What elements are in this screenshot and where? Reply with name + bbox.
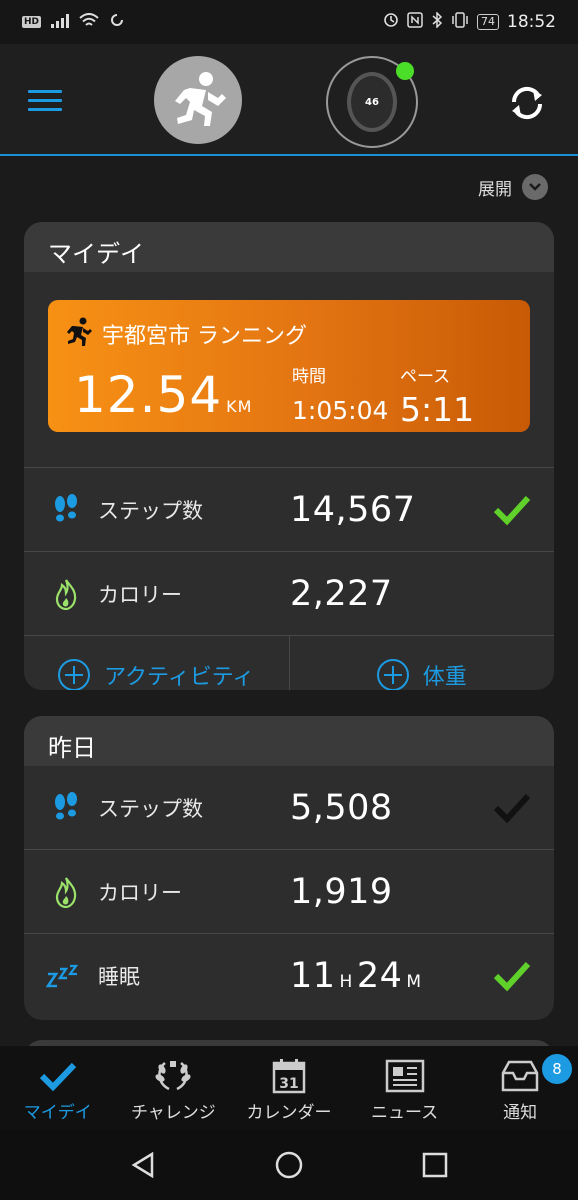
steps-label: ステップ数 bbox=[98, 796, 203, 821]
connected-device[interactable]: 46 bbox=[326, 56, 418, 148]
calendar-icon: 31 bbox=[269, 1058, 309, 1094]
expand-label: 展開 bbox=[478, 179, 512, 200]
plus-circle-icon bbox=[376, 659, 409, 690]
steps-label: ステップ数 bbox=[98, 498, 203, 523]
sleep-minutes: 24 bbox=[356, 956, 403, 996]
nav-news[interactable]: ニュース bbox=[347, 1046, 463, 1130]
checkmark-icon bbox=[38, 1058, 78, 1094]
bottom-navigation: マイデイ チャレンジ 31 カレンダー ニュース 通知 8 bbox=[0, 1046, 578, 1130]
activity-banner[interactable]: 宇都宮市 ランニング 12.54 KM 時間 1:05:04 ペース 5:11 bbox=[48, 300, 530, 432]
nav-calendar[interactable]: 31 カレンダー bbox=[231, 1046, 347, 1130]
chevron-down-icon bbox=[522, 174, 548, 200]
calendar-day: 31 bbox=[279, 1076, 298, 1092]
nav-my-day-label: マイデイ bbox=[23, 1103, 92, 1123]
wifi-icon bbox=[79, 12, 99, 32]
calories-value: 1,919 bbox=[290, 871, 393, 912]
footsteps-icon bbox=[52, 791, 80, 824]
vibrate-icon bbox=[451, 12, 469, 32]
profile-avatar[interactable] bbox=[154, 56, 242, 144]
inbox-icon bbox=[500, 1058, 540, 1094]
app-header: 46 bbox=[0, 44, 578, 156]
bluetooth-icon bbox=[431, 11, 443, 32]
sleep-hours-unit: H bbox=[339, 972, 353, 992]
add-activity-button[interactable]: アクティビティ bbox=[24, 636, 289, 690]
expand-toggle[interactable]: 展開 bbox=[478, 174, 548, 200]
pace-label: ペース bbox=[400, 367, 451, 387]
nav-my-day[interactable]: マイデイ bbox=[0, 1046, 116, 1130]
my-day-card: マイデイ 宇都宮市 ランニング 12.54 KM 時間 1:05:04 ペース 5… bbox=[24, 222, 554, 690]
alarm-icon bbox=[383, 12, 399, 32]
pace-value: 5:11 bbox=[400, 390, 475, 429]
hamburger-menu-icon[interactable] bbox=[28, 90, 62, 114]
sleep-label: 睡眠 bbox=[98, 965, 140, 989]
calories-label: カロリー bbox=[98, 880, 182, 905]
activity-section: 宇都宮市 ランニング 12.54 KM 時間 1:05:04 ペース 5:11 bbox=[24, 272, 554, 468]
yesterday-title: 昨日 bbox=[24, 716, 554, 766]
check-icon bbox=[493, 793, 531, 823]
hd-indicator: HD bbox=[22, 16, 42, 28]
check-icon bbox=[493, 495, 531, 525]
back-icon[interactable] bbox=[125, 1147, 161, 1183]
add-weight-button[interactable]: 体重 bbox=[288, 636, 555, 690]
yesterday-calories-row[interactable]: カロリー 1,919 bbox=[24, 850, 554, 934]
recents-icon[interactable] bbox=[417, 1147, 453, 1183]
status-bar: HD 74 18:52 bbox=[0, 0, 578, 44]
running-icon bbox=[67, 317, 92, 346]
time-value: 1:05:04 bbox=[292, 396, 389, 425]
distance-value: 12.54 bbox=[74, 366, 223, 424]
laurel-wreath-icon bbox=[153, 1058, 193, 1094]
add-activity-label: アクティビティ bbox=[104, 665, 255, 690]
sync-icon[interactable] bbox=[506, 82, 548, 124]
flame-icon bbox=[52, 578, 80, 610]
steps-value: 5,508 bbox=[290, 787, 393, 828]
my-day-title: マイデイ bbox=[24, 222, 554, 272]
calories-row[interactable]: カロリー 2,227 bbox=[24, 552, 554, 636]
activity-distance: 12.54 KM bbox=[74, 366, 252, 424]
sleep-minutes-unit: M bbox=[406, 972, 422, 992]
loading-icon bbox=[109, 12, 125, 32]
home-icon[interactable] bbox=[271, 1147, 307, 1183]
nav-notifications[interactable]: 通知 8 bbox=[462, 1046, 578, 1130]
calories-value: 2,227 bbox=[290, 573, 393, 614]
sleep-hours: 11 bbox=[290, 956, 336, 996]
nfc-icon bbox=[407, 12, 423, 32]
steps-row[interactable]: ステップ数 14,567 bbox=[24, 468, 554, 552]
nav-challenges[interactable]: チャレンジ bbox=[116, 1046, 232, 1130]
nav-news-label: ニュース bbox=[371, 1103, 439, 1123]
watch-face: 46 bbox=[347, 72, 397, 132]
sleep-zzz-icon bbox=[46, 960, 80, 992]
calories-label: カロリー bbox=[98, 582, 182, 607]
sleep-row[interactable]: 睡眠 11 H 24 M bbox=[24, 934, 554, 1018]
nav-challenges-label: チャレンジ bbox=[130, 1103, 216, 1123]
add-actions-row: アクティビティ 体重 bbox=[24, 636, 554, 690]
status-time: 18:52 bbox=[507, 12, 556, 32]
signal-icon bbox=[51, 13, 70, 32]
activity-title: 宇都宮市 ランニング bbox=[102, 324, 307, 349]
flame-icon bbox=[52, 876, 80, 908]
distance-unit: KM bbox=[226, 397, 253, 416]
battery-indicator: 74 bbox=[477, 14, 499, 30]
device-status-dot bbox=[396, 62, 414, 80]
yesterday-card: 昨日 ステップ数 5,508 カロリー 1,919 睡眠 11 H 24 M bbox=[24, 716, 554, 1020]
steps-value: 14,567 bbox=[290, 489, 416, 530]
add-weight-label: 体重 bbox=[422, 665, 467, 690]
time-label: 時間 bbox=[292, 367, 326, 387]
nav-notifications-label: 通知 bbox=[503, 1103, 538, 1123]
system-navigation bbox=[0, 1130, 578, 1200]
nav-calendar-label: カレンダー bbox=[246, 1103, 332, 1123]
check-icon bbox=[493, 961, 531, 992]
sleep-value: 11 H 24 M bbox=[290, 956, 426, 996]
runner-avatar-icon bbox=[175, 72, 226, 126]
newspaper-icon bbox=[385, 1058, 425, 1094]
plus-circle-icon bbox=[58, 659, 91, 690]
footsteps-icon bbox=[52, 493, 80, 526]
yesterday-steps-row[interactable]: ステップ数 5,508 bbox=[24, 766, 554, 850]
notification-badge: 8 bbox=[541, 1054, 572, 1084]
